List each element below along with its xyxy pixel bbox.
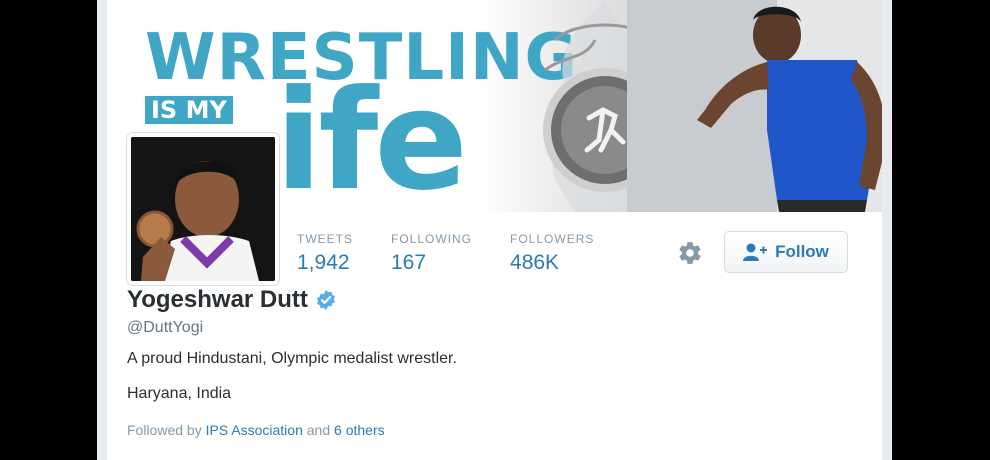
banner-tag: IS MY (145, 96, 233, 125)
followed-by-prefix: Followed by (127, 422, 202, 438)
followed-by-others-link[interactable]: 6 others (334, 422, 385, 438)
banner-life-text: ife (275, 60, 468, 212)
gear-icon[interactable] (677, 240, 703, 266)
profile-stats: TWEETS 1,942 FOLLOWING 167 FOLLOWERS 486… (297, 232, 632, 275)
verified-badge-icon (316, 290, 335, 310)
profile-name[interactable]: Yogeshwar Dutt (127, 286, 336, 314)
followed-by-conjunction: and (306, 422, 331, 438)
stat-label: FOLLOWERS (510, 232, 595, 246)
profile-name-text: Yogeshwar Dutt (127, 286, 308, 313)
banner-wrestler-photo (627, 0, 882, 212)
profile-card-frame: WRESTLING IS MY ife TWEETS 1,942 FOLLOWI… (97, 0, 892, 460)
profile-card: WRESTLING IS MY ife TWEETS 1,942 FOLLOWI… (107, 0, 882, 460)
add-user-icon (743, 243, 768, 261)
stat-label: TWEETS (297, 232, 353, 246)
stat-label: FOLLOWING (391, 232, 473, 246)
avatar-photo (131, 137, 275, 281)
follow-button[interactable]: Follow (724, 231, 848, 273)
stat-value: 486K (510, 251, 560, 274)
stat-followers[interactable]: FOLLOWERS 486K (510, 232, 594, 275)
followed-by-line: Followed by IPS Association and 6 others (127, 422, 385, 438)
stat-value: 1,942 (297, 251, 350, 274)
profile-location: Haryana, India (127, 385, 232, 402)
profile-bio: A proud Hindustani, Olympic medalist wre… (127, 350, 457, 367)
profile-handle[interactable]: @DuttYogi (127, 319, 203, 337)
avatar[interactable] (127, 133, 279, 285)
followed-by-account-link[interactable]: IPS Association (206, 422, 303, 438)
follow-button-label: Follow (775, 242, 829, 261)
stat-value: 167 (391, 251, 427, 274)
stat-following[interactable]: FOLLOWING 167 (391, 232, 472, 275)
stat-tweets[interactable]: TWEETS 1,942 (297, 232, 353, 275)
